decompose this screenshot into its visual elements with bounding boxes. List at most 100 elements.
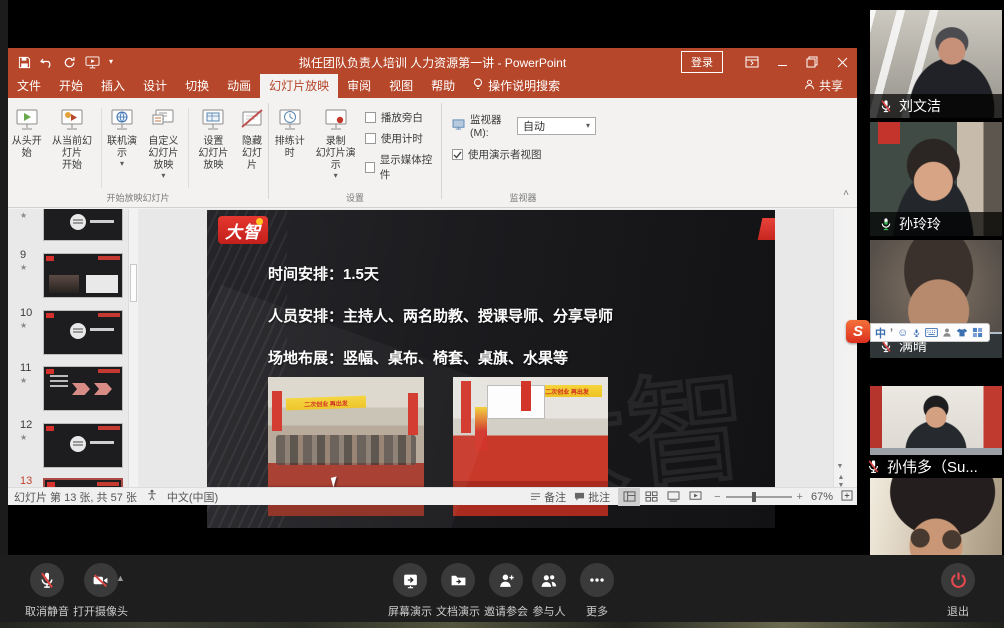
language-status[interactable]: 中文(中国) — [167, 489, 218, 505]
lightbulb-icon — [473, 78, 483, 93]
checkbox-play-narration[interactable]: 播放旁白 — [365, 110, 435, 125]
ribbon: 从头开始 从当前幻灯片 开始 联机演示 ▾ 自定义 幻灯片放映 ▾ — [8, 98, 857, 208]
slide-thumbnail-13-selected[interactable] — [43, 478, 123, 487]
tab-insert[interactable]: 插入 — [92, 74, 134, 98]
monitor-dropdown[interactable]: 自动 ▾ — [517, 117, 596, 135]
zoom-percentage[interactable]: 67% — [811, 491, 833, 503]
tab-help[interactable]: 帮助 — [422, 74, 464, 98]
zoom-out-button[interactable]: − — [714, 491, 720, 503]
animation-star-icon: ★ — [20, 263, 27, 272]
ribbon-group-monitors: 监视器(M): 自动 ▾ 使用演示者视图 监视器 — [442, 98, 604, 207]
login-button[interactable]: 登录 — [681, 51, 723, 73]
zoom-slider[interactable] — [726, 496, 792, 498]
save-icon[interactable] — [18, 56, 31, 69]
participant-video-tile[interactable] — [870, 478, 1002, 555]
hide-slide-button[interactable]: 隐藏 幻灯片 — [236, 104, 268, 174]
clock-icon — [277, 106, 303, 136]
hide-slide-icon — [239, 106, 265, 136]
tab-animations[interactable]: 动画 — [218, 74, 260, 98]
start-slideshow-icon[interactable] — [85, 56, 100, 69]
accessibility-icon[interactable] — [147, 489, 157, 504]
rehearse-timings-button[interactable]: 排练计时 — [269, 104, 311, 162]
open-camera-button[interactable]: 打开摄像头 — [73, 563, 128, 619]
notes-button[interactable]: 备注 — [530, 489, 566, 505]
checkbox-show-media-controls[interactable]: 显示媒体控件 — [365, 152, 435, 182]
ime-punctuation-icon[interactable]: ’ — [890, 327, 893, 339]
exit-button[interactable]: 退出 — [941, 563, 975, 619]
checkbox-presenter-view[interactable]: 使用演示者视图 — [452, 147, 596, 162]
canvas-scrollbar[interactable]: ▼ ▲ ▼ — [833, 209, 845, 487]
ime-toolbox-icon[interactable] — [942, 327, 952, 338]
dropdown-caret-icon: ▾ — [586, 122, 590, 130]
present-online-button[interactable]: 联机演示 ▾ — [103, 104, 140, 170]
from-current-slide-button[interactable]: 从当前幻灯片 开始 — [45, 104, 98, 174]
restore-button[interactable] — [797, 48, 827, 76]
tab-view[interactable]: 视图 — [380, 74, 422, 98]
redo-icon[interactable] — [63, 56, 76, 69]
slide-thumbnail-8[interactable] — [43, 209, 123, 241]
close-button[interactable] — [827, 48, 857, 76]
unmute-button[interactable]: 取消静音 — [25, 563, 69, 619]
mic-active-icon — [878, 217, 893, 232]
record-slideshow-button[interactable]: 录制 幻灯片演示 ▾ — [311, 104, 361, 182]
setup-slideshow-button[interactable]: 设置 幻灯片放映 — [191, 104, 236, 174]
custom-slideshow-button[interactable]: 自定义 幻灯片放映 ▾ — [141, 104, 186, 182]
minimize-button[interactable] — [767, 48, 797, 76]
slide-counter: 幻灯片 第 13 张, 共 57 张 — [14, 489, 137, 505]
share-button[interactable]: 共享 — [790, 77, 857, 98]
qat-dropdown-icon[interactable]: ▾ — [109, 58, 113, 66]
collapse-ribbon-icon[interactable]: ˄ — [843, 188, 849, 199]
participants-button[interactable]: 参与人 — [532, 563, 566, 619]
meeting-toolbar: 取消静音 打开摄像头 ▲ 屏幕演示 文档演示 邀请参会 参与人 更多 — [0, 555, 1004, 622]
tab-file[interactable]: 文件 — [8, 74, 50, 98]
tab-design[interactable]: 设计 — [134, 74, 176, 98]
slide-sorter-view-button[interactable] — [640, 488, 662, 506]
current-slide[interactable]: 大智 拟任团队负责人培训 大智 时间安排：1.5天 人员安排：主持人、两名助教、… — [207, 210, 775, 528]
record-icon — [323, 106, 349, 136]
tab-transitions[interactable]: 切换 — [176, 74, 218, 98]
monitor-setup-icon — [200, 106, 226, 136]
zoom-in-button[interactable]: + — [797, 491, 803, 503]
normal-view-button[interactable] — [618, 488, 640, 506]
animation-star-icon: ★ — [20, 211, 27, 220]
screen-share-button[interactable]: 屏幕演示 — [388, 563, 432, 619]
ime-mode-chinese[interactable]: 中 — [875, 325, 886, 341]
tab-home[interactable]: 开始 — [50, 74, 92, 98]
tab-slideshow[interactable]: 幻灯片放映 — [260, 74, 338, 98]
reading-view-button[interactable] — [662, 488, 684, 506]
more-button[interactable]: 更多 — [580, 563, 614, 619]
ime-keyboard-icon[interactable] — [925, 328, 938, 337]
ime-skin-icon[interactable] — [956, 327, 968, 338]
participant-video-tile[interactable]: 孙玲玲 — [870, 122, 1002, 236]
document-share-button[interactable]: 文档演示 — [436, 563, 480, 619]
monitor-icon — [452, 119, 465, 133]
ime-grid-icon[interactable] — [972, 327, 983, 338]
camera-options-icon[interactable]: ▲ — [116, 573, 125, 583]
ime-mic-icon[interactable] — [912, 327, 921, 339]
ribbon-display-options-button[interactable] — [737, 48, 767, 76]
slide-thumbnail-10[interactable] — [43, 310, 123, 355]
power-icon — [941, 563, 975, 597]
scroll-down-icon[interactable]: ▼ — [834, 461, 846, 472]
zoom-slider-thumb[interactable] — [752, 492, 756, 502]
from-beginning-button[interactable]: 从头开始 — [8, 104, 45, 162]
thumbnail-scrollbar[interactable] — [128, 209, 138, 487]
tell-me-search[interactable]: 操作说明搜索 — [464, 74, 569, 98]
comments-button[interactable]: 批注 — [574, 489, 610, 505]
view-switcher — [618, 488, 706, 506]
checkbox-use-timings[interactable]: 使用计时 — [365, 131, 435, 146]
tab-review[interactable]: 审阅 — [338, 74, 380, 98]
slide-thumbnail-12[interactable] — [43, 423, 123, 468]
undo-icon[interactable] — [40, 56, 54, 68]
slide-text-line1: 时间安排：1.5天 — [268, 263, 379, 284]
participant-video-tile[interactable]: 刘文洁 — [870, 10, 1002, 118]
slide-thumbnail-9[interactable] — [43, 253, 123, 298]
sogou-logo-icon[interactable]: S — [846, 320, 870, 343]
monitor-list-icon — [150, 106, 176, 136]
slideshow-view-button[interactable] — [684, 488, 706, 506]
invite-button[interactable]: 邀请参会 — [484, 563, 528, 619]
ime-emoji-icon[interactable]: ☺ — [897, 327, 908, 339]
group-label-setup: 设置 — [269, 191, 441, 204]
fit-to-window-button[interactable] — [841, 490, 853, 504]
slide-thumbnail-11[interactable] — [43, 366, 123, 411]
